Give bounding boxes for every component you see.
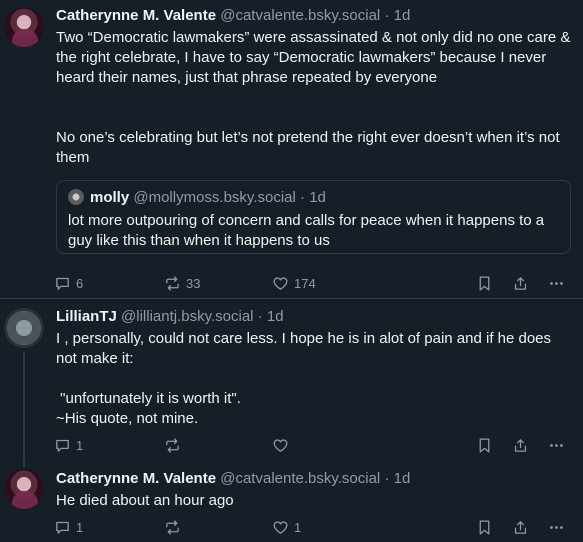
author-handle[interactable]: @lilliantj.bsky.social — [121, 308, 254, 325]
quote-author-handle: @mollymoss.bsky.social — [133, 189, 296, 206]
post-header: LillianTJ @lilliantj.bsky.social · 1d — [56, 308, 284, 326]
bookmark-icon — [479, 519, 490, 535]
more-options-button[interactable] — [548, 273, 565, 293]
post-catvalente-2[interactable]: Catherynne M. Valente @catvalente.bsky.s… — [0, 459, 583, 542]
reply-button[interactable]: 6 — [54, 273, 83, 293]
author-name[interactable]: Catherynne M. Valente — [56, 7, 216, 24]
reply-icon — [56, 521, 69, 534]
post-text: He died about an hour ago — [56, 492, 234, 509]
repost-button[interactable] — [164, 435, 186, 455]
author-handle[interactable]: @catvalente.bsky.social — [220, 7, 380, 24]
bookmark-icon — [479, 437, 490, 453]
quote-author-name: molly — [90, 189, 130, 206]
quote-avatar — [68, 189, 84, 205]
author-name[interactable]: Catherynne M. Valente — [56, 470, 216, 487]
reply-count: 6 — [76, 275, 84, 291]
post-actions: 1 1 — [54, 517, 574, 537]
repost-count: 33 — [186, 275, 201, 291]
post-text: I , personally, could not care less. I h… — [56, 330, 552, 367]
like-count: 1 — [294, 519, 302, 535]
reply-count: 1 — [76, 519, 84, 535]
more-icon — [550, 443, 563, 447]
repost-button[interactable] — [164, 517, 186, 537]
post-text: Two “Democratic lawmakers” were assassin… — [56, 29, 571, 86]
more-icon — [550, 281, 563, 285]
avatar[interactable] — [4, 469, 44, 509]
repost-icon — [166, 437, 179, 453]
more-options-button[interactable] — [548, 517, 565, 537]
separator-dot: · — [300, 189, 306, 206]
like-button[interactable]: 1 — [272, 517, 301, 537]
post-lilliantj[interactable]: LillianTJ @lilliantj.bsky.social · 1d I … — [0, 299, 583, 459]
reply-button[interactable]: 1 — [54, 435, 83, 455]
quoted-post[interactable]: molly @mollymoss.bsky.social · 1d lot mo… — [56, 180, 571, 254]
post-time[interactable]: 1d — [394, 7, 411, 24]
separator-dot: · — [384, 470, 390, 487]
post-text-2: "unfortunately it is worth it". — [56, 390, 241, 407]
avatar[interactable] — [4, 308, 44, 348]
bookmark-button[interactable] — [476, 517, 493, 537]
like-button[interactable] — [272, 435, 294, 455]
reply-button[interactable]: 1 — [54, 517, 83, 537]
bookmark-icon — [479, 275, 490, 291]
reply-icon — [56, 439, 69, 452]
post-actions: 6 33 174 — [54, 273, 574, 293]
thread-line — [23, 352, 25, 458]
author-name[interactable]: LillianTJ — [56, 308, 117, 325]
quote-text: lot more outpouring of concern and calls… — [68, 212, 545, 249]
like-button[interactable]: 174 — [272, 273, 316, 293]
like-icon — [273, 276, 288, 290]
separator-dot: · — [257, 308, 263, 325]
share-button[interactable] — [512, 273, 529, 293]
share-icon — [514, 438, 527, 452]
avatar[interactable] — [4, 7, 44, 47]
repost-icon — [166, 519, 179, 535]
post-actions: 1 — [54, 435, 574, 455]
more-icon — [550, 525, 563, 529]
quote-time: 1d — [309, 189, 326, 206]
share-button[interactable] — [512, 435, 529, 455]
post-text-2: No one’s celebrating but let’s not prete… — [56, 129, 560, 166]
more-options-button[interactable] — [548, 435, 565, 455]
post-time[interactable]: 1d — [267, 308, 284, 325]
post-text-3: ~His quote, not mine. — [56, 410, 199, 427]
author-handle[interactable]: @catvalente.bsky.social — [220, 470, 380, 487]
bookmark-button[interactable] — [476, 273, 493, 293]
share-icon — [514, 520, 527, 534]
repost-button[interactable]: 33 — [164, 273, 200, 293]
bookmark-button[interactable] — [476, 435, 493, 455]
post-catvalente-1[interactable]: Catherynne M. Valente @catvalente.bsky.s… — [0, 0, 583, 296]
share-icon — [514, 276, 527, 290]
thread-line — [23, 459, 25, 467]
post-time[interactable]: 1d — [394, 470, 411, 487]
like-icon — [273, 520, 288, 534]
like-count: 174 — [294, 275, 316, 291]
like-icon — [273, 438, 288, 452]
post-header: Catherynne M. Valente @catvalente.bsky.s… — [56, 470, 410, 488]
post-header: Catherynne M. Valente @catvalente.bsky.s… — [56, 7, 410, 25]
quote-header: molly @mollymoss.bsky.social · 1d — [68, 189, 326, 207]
reply-icon — [56, 277, 69, 290]
separator-dot: · — [384, 7, 390, 24]
repost-icon — [166, 275, 179, 291]
share-button[interactable] — [512, 517, 529, 537]
reply-count: 1 — [76, 437, 84, 453]
